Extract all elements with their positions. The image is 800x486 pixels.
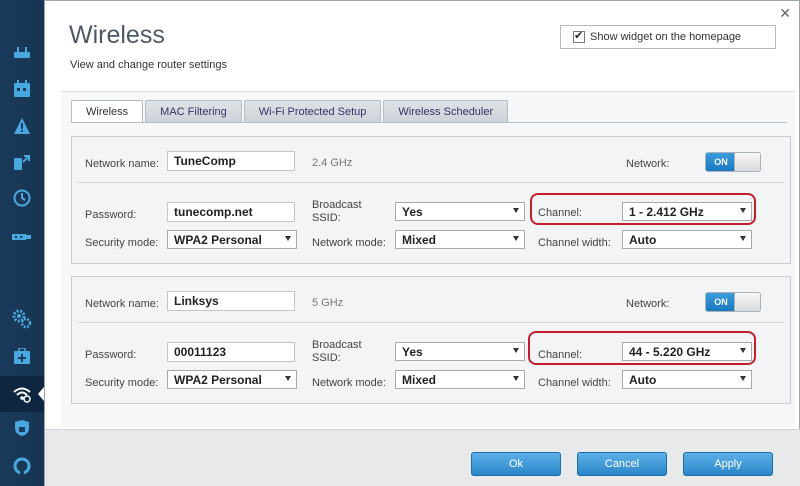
- broadcast-ssid-value: Yes: [402, 345, 423, 359]
- security-mode-select[interactable]: WPA2 Personal: [167, 230, 297, 249]
- tab-wifi-protected-setup[interactable]: Wi-Fi Protected Setup: [243, 100, 382, 122]
- tab-mac-filtering[interactable]: MAC Filtering: [145, 100, 242, 122]
- channel-select[interactable]: 44 - 5.220 GHz: [622, 342, 752, 361]
- toggle-on-label: ON: [706, 153, 736, 171]
- settings-gears-icon[interactable]: [0, 301, 44, 337]
- broadcast-ssid-label-2: SSID:: [312, 352, 341, 364]
- network-mode-label: Network mode:: [312, 237, 386, 249]
- security-mode-label: Security mode:: [85, 237, 159, 249]
- dropdown-arrow-icon: [740, 208, 746, 213]
- channel-select[interactable]: 1 - 2.412 GHz: [622, 202, 752, 221]
- broadcast-ssid-value: Yes: [402, 205, 423, 219]
- page-subtitle: View and change router settings: [70, 59, 227, 71]
- dropdown-arrow-icon: [513, 348, 519, 353]
- channel-width-select[interactable]: Auto: [622, 370, 752, 389]
- channel-value: 44 - 5.220 GHz: [629, 345, 711, 359]
- router-icon[interactable]: [0, 35, 44, 71]
- content-area: Wireless MAC Filtering Wi-Fi Protected S…: [61, 91, 795, 427]
- channel-width-select[interactable]: Auto: [622, 230, 752, 249]
- toggle-on-label: ON: [706, 293, 736, 311]
- wifi-settings-icon[interactable]: [0, 376, 44, 412]
- band-label: 2.4 GHz: [312, 157, 353, 169]
- tab-divider: [71, 122, 787, 123]
- dropdown-arrow-icon: [513, 376, 519, 381]
- show-widget-label: Show widget on the homepage: [590, 31, 742, 43]
- broadcast-ssid-label-1: Broadcast: [312, 339, 362, 351]
- alert-icon[interactable]: [0, 108, 44, 144]
- network-toggle[interactable]: ON: [705, 292, 761, 312]
- network-name-input[interactable]: Linksys: [167, 291, 295, 311]
- network-name-label: Network name:: [85, 158, 159, 170]
- security-mode-value: WPA2 Personal: [174, 233, 262, 247]
- tab-wireless[interactable]: Wireless: [71, 100, 144, 122]
- password-label: Password:: [85, 349, 137, 361]
- broadcast-ssid-label-2: SSID:: [312, 212, 341, 224]
- dropdown-arrow-icon: [513, 208, 519, 213]
- channel-label: Channel:: [538, 349, 583, 361]
- security-mode-value: WPA2 Personal: [174, 373, 262, 387]
- network-panel-5ghz: Network name: Linksys 5 GHz Network: ON …: [71, 276, 791, 404]
- channel-label: Channel:: [538, 207, 583, 219]
- network-name-label: Network name:: [85, 298, 159, 310]
- footer-bar: Ok Cancel Apply: [45, 429, 800, 486]
- toggle-knob: [734, 293, 760, 311]
- network-mode-select[interactable]: Mixed: [395, 230, 525, 249]
- dropdown-arrow-icon: [740, 236, 746, 241]
- channel-width-label: Channel width:: [538, 237, 611, 249]
- close-icon[interactable]: ✕: [779, 5, 791, 22]
- channel-width-value: Auto: [629, 373, 657, 387]
- calendar-icon[interactable]: [0, 71, 44, 107]
- usb-icon[interactable]: [0, 219, 44, 255]
- network-name-input[interactable]: TuneComp: [167, 151, 295, 171]
- panel-divider: [78, 322, 784, 323]
- show-widget-checkbox[interactable]: Show widget on the homepage: [560, 25, 776, 49]
- broadcast-ssid-label-1: Broadcast: [312, 199, 362, 211]
- medical-kit-icon[interactable]: [0, 338, 44, 374]
- page-title: Wireless: [69, 21, 165, 49]
- dropdown-arrow-icon: [285, 236, 291, 241]
- devices-icon[interactable]: [0, 144, 44, 180]
- dropdown-arrow-icon: [740, 348, 746, 353]
- cancel-button[interactable]: Cancel: [577, 452, 667, 476]
- password-input[interactable]: 00011123: [167, 342, 295, 362]
- security-mode-label: Security mode:: [85, 377, 159, 389]
- apply-button[interactable]: Apply: [683, 452, 773, 476]
- channel-width-value: Auto: [629, 233, 657, 247]
- clock-icon[interactable]: [0, 180, 44, 216]
- shield-icon[interactable]: [0, 410, 44, 446]
- toggle-knob: [734, 153, 760, 171]
- channel-value: 1 - 2.412 GHz: [629, 205, 704, 219]
- network-label: Network:: [626, 158, 670, 170]
- network-mode-select[interactable]: Mixed: [395, 370, 525, 389]
- band-label: 5 GHz: [312, 297, 344, 309]
- broadcast-ssid-select[interactable]: Yes: [395, 342, 525, 361]
- network-mode-value: Mixed: [402, 233, 437, 247]
- channel-width-label: Channel width:: [538, 377, 611, 389]
- panel-divider: [78, 182, 784, 183]
- network-toggle[interactable]: ON: [705, 152, 761, 172]
- tab-wireless-scheduler[interactable]: Wireless Scheduler: [383, 100, 509, 122]
- tab-bar: Wireless MAC Filtering Wi-Fi Protected S…: [71, 100, 510, 122]
- dropdown-arrow-icon: [513, 236, 519, 241]
- troubleshoot-icon[interactable]: [0, 448, 44, 484]
- broadcast-ssid-select[interactable]: Yes: [395, 202, 525, 221]
- dropdown-arrow-icon: [740, 376, 746, 381]
- sidebar: [0, 0, 44, 486]
- password-input[interactable]: tunecomp.net: [167, 202, 295, 222]
- ok-button[interactable]: Ok: [471, 452, 561, 476]
- checkbox-checked-icon[interactable]: [573, 29, 585, 43]
- network-label: Network:: [626, 298, 670, 310]
- network-mode-value: Mixed: [402, 373, 437, 387]
- network-mode-label: Network mode:: [312, 377, 386, 389]
- password-label: Password:: [85, 209, 137, 221]
- network-panel-2-4ghz: Network name: TuneComp 2.4 GHz Network: …: [71, 136, 791, 264]
- main-panel: ✕ Wireless View and change router settin…: [44, 0, 800, 486]
- dropdown-arrow-icon: [285, 376, 291, 381]
- security-mode-select[interactable]: WPA2 Personal: [167, 370, 297, 389]
